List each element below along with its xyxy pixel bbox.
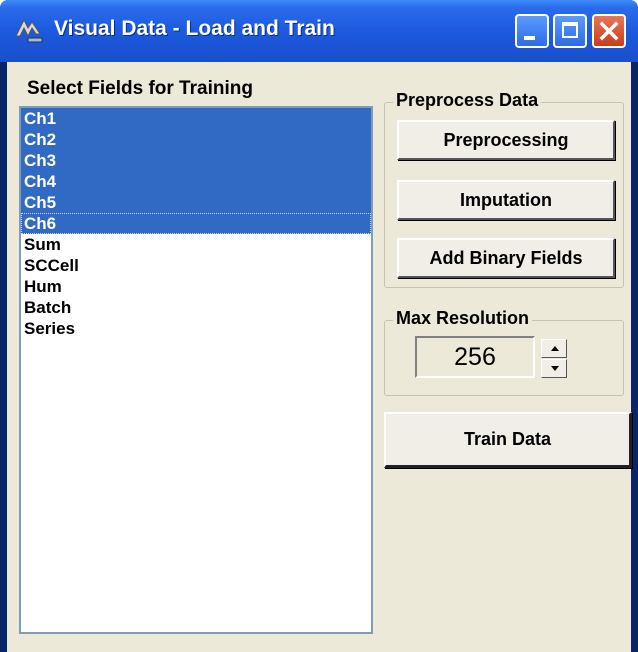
list-item[interactable]: Hum — [21, 276, 371, 297]
add-binary-fields-button[interactable]: Add Binary Fields — [397, 238, 615, 278]
fields-listbox[interactable]: Ch1 Ch2 Ch3 Ch4 Ch5 Ch6 Sum SCCell Hum B… — [19, 106, 373, 634]
list-item[interactable]: Sum — [21, 234, 371, 255]
arrow-down-icon — [551, 366, 559, 371]
list-item[interactable]: Ch2 — [21, 129, 371, 150]
fields-label: Select Fields for Training — [27, 78, 253, 99]
arrow-up-icon — [551, 346, 559, 351]
window-title: Visual Data - Load and Train — [54, 17, 335, 40]
train-data-button[interactable]: Train Data — [384, 412, 632, 468]
dialog-body: Select Fields for Training Ch1 Ch2 Ch3 C… — [7, 62, 632, 652]
list-item[interactable]: Ch4 — [21, 171, 371, 192]
dialog-window: Visual Data - Load and Train Select Fiel… — [0, 0, 638, 652]
list-item[interactable]: Series — [21, 318, 371, 339]
imputation-button[interactable]: Imputation — [397, 180, 615, 220]
list-item[interactable]: SCCell — [21, 255, 371, 276]
spin-up-button[interactable] — [541, 339, 567, 358]
maximize-icon[interactable] — [553, 14, 587, 48]
preprocess-legend: Preprocess Data — [393, 90, 542, 111]
list-item[interactable]: Ch3 — [21, 150, 371, 171]
app-icon — [15, 18, 43, 43]
list-item[interactable]: Ch1 — [21, 108, 371, 129]
close-icon[interactable] — [592, 14, 626, 48]
preprocessing-button[interactable]: Preprocessing — [397, 120, 615, 160]
title-bar[interactable]: Visual Data - Load and Train — [0, 0, 638, 62]
list-item[interactable]: Ch6 — [21, 213, 371, 234]
max-resolution-legend: Max Resolution — [393, 308, 533, 329]
list-item[interactable]: Batch — [21, 297, 371, 318]
list-item[interactable]: Ch5 — [21, 192, 371, 213]
spin-down-button[interactable] — [541, 359, 567, 378]
max-resolution-input[interactable]: 256 — [415, 336, 535, 378]
minimize-icon[interactable] — [515, 14, 549, 48]
